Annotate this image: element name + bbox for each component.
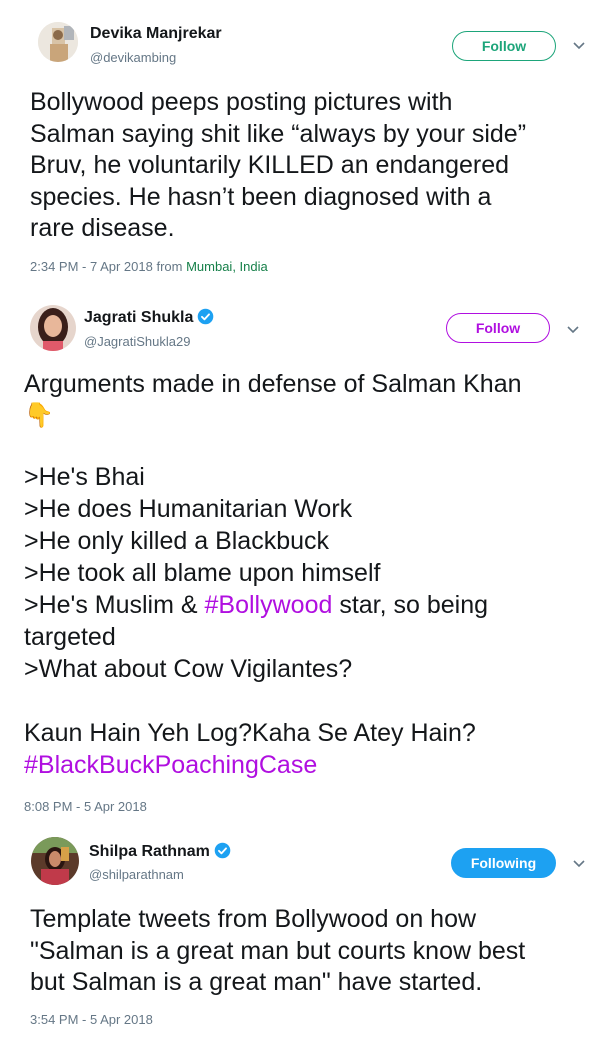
follow-button[interactable]: Follow bbox=[446, 313, 550, 343]
text-fragment: star, so being bbox=[332, 590, 489, 619]
tweet: Jagrati Shukla @JagratiShukla29 Follow A… bbox=[0, 285, 613, 820]
tweet-text-line: >He's Muslim & #Bollywood star, so being bbox=[24, 589, 522, 621]
tweet-text-line: Bruv, he voluntarily KILLED an endangere… bbox=[30, 151, 510, 179]
chevron-down-icon[interactable] bbox=[573, 42, 585, 50]
follow-button[interactable]: Follow bbox=[452, 31, 556, 61]
tweet-text-line: Template tweets from Bollywood on how bbox=[30, 905, 477, 933]
tweet-text: Template tweets from Bollywood on how "S… bbox=[30, 904, 525, 999]
hashtag-link[interactable]: #BlackBuckPoachingCase bbox=[24, 749, 522, 781]
tweet-text-line: Arguments made in defense of Salman Khan bbox=[24, 370, 522, 398]
timestamp-text[interactable]: 2:34 PM - 7 Apr 2018 from bbox=[30, 259, 186, 274]
tweet-text-line: >He took all blame upon himself bbox=[24, 558, 381, 587]
display-name[interactable]: Shilpa Rathnam bbox=[89, 842, 231, 861]
avatar[interactable] bbox=[30, 305, 76, 351]
chevron-down-icon[interactable] bbox=[573, 860, 585, 868]
tweet-text: Arguments made in defense of Salman Khan… bbox=[24, 369, 522, 781]
display-name-text[interactable]: Shilpa Rathnam bbox=[89, 843, 210, 860]
avatar[interactable] bbox=[31, 837, 79, 885]
location-link[interactable]: Mumbai, India bbox=[186, 259, 268, 274]
hashtag-link[interactable]: #Bollywood bbox=[205, 591, 333, 619]
tweet-text-line: >He does Humanitarian Work bbox=[24, 494, 353, 523]
tweet-text-line: >He's Bhai bbox=[24, 462, 145, 491]
display-name[interactable]: Devika Manjrekar bbox=[90, 25, 222, 43]
tweet-timestamp[interactable]: 8:08 PM - 5 Apr 2018 bbox=[24, 799, 147, 814]
text-fragment: >He's Muslim & bbox=[24, 590, 205, 619]
tweet-text-line: but Salman is a great man" have started. bbox=[30, 968, 483, 996]
tweet-text-line: species. He hasn’t been diagnosed with a bbox=[30, 182, 492, 211]
tweet-text-line: >He only killed a Blackbuck bbox=[24, 526, 330, 555]
tweet-timestamp[interactable]: 3:54 PM - 5 Apr 2018 bbox=[30, 1012, 153, 1027]
tweet-timestamp[interactable]: 2:34 PM - 7 Apr 2018 from Mumbai, India bbox=[30, 259, 268, 274]
display-name-text[interactable]: Jagrati Shukla bbox=[84, 309, 193, 326]
chevron-down-icon[interactable] bbox=[567, 326, 579, 334]
tweet-text-line: Salman saying shit like “always by your … bbox=[30, 119, 527, 148]
tweet-text-line: Bollywood peeps posting pictures with bbox=[30, 88, 453, 116]
tweet-text-line: rare disease. bbox=[30, 214, 175, 242]
verified-badge-icon bbox=[198, 308, 214, 325]
avatar[interactable] bbox=[38, 22, 78, 62]
following-button[interactable]: Following bbox=[451, 848, 556, 878]
tweet: Devika Manjrekar @devikambing Follow Bol… bbox=[0, 0, 613, 285]
tweet-text: Bollywood peeps posting pictures with Sa… bbox=[30, 87, 526, 245]
tweet-text-line: >What about Cow Vigilantes? bbox=[24, 654, 353, 683]
display-name[interactable]: Jagrati Shukla bbox=[84, 308, 214, 327]
verified-badge-icon bbox=[214, 842, 231, 859]
tweet-text-line: targeted bbox=[24, 622, 116, 651]
handle[interactable]: @JagratiShukla29 bbox=[84, 334, 190, 349]
emoji-pointing-down: 👇 bbox=[24, 401, 54, 429]
tweet: Shilpa Rathnam @shilparathnam Following … bbox=[0, 820, 613, 1038]
handle[interactable]: @shilparathnam bbox=[89, 867, 184, 882]
handle[interactable]: @devikambing bbox=[90, 50, 176, 65]
tweet-text-line: Kaun Hain Yeh Log?Kaha Se Atey Hain? bbox=[24, 718, 476, 747]
tweet-text-line: "Salman is a great man but courts know b… bbox=[30, 936, 526, 965]
